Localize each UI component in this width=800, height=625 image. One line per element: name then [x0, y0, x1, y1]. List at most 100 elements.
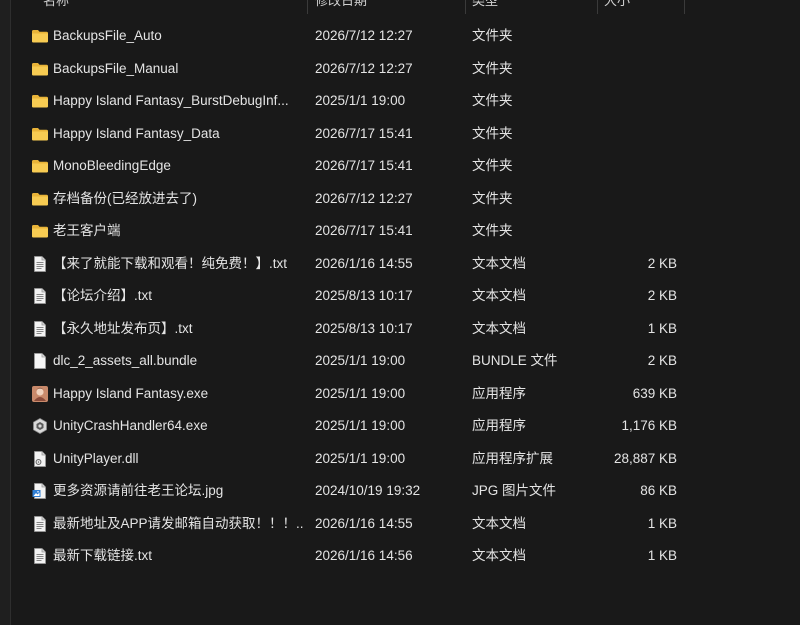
file-modified-date: 2026/7/17 15:41: [315, 223, 413, 238]
file-modified-date: 2025/1/1 19:00: [315, 93, 406, 108]
file-row[interactable]: 老王客户端 2026/7/17 15:41 文件夹: [10, 215, 800, 248]
folder-icon: [31, 27, 49, 45]
file-row[interactable]: 【永久地址发布页】.txt 2025/8/13 10:17 文本文档 1 KB: [10, 313, 800, 346]
dll-file-icon: [31, 450, 49, 468]
file-size: 1 KB: [647, 548, 677, 563]
file-row[interactable]: BackupsFile_Auto 2026/7/12 12:27 文件夹: [10, 20, 800, 53]
file-size: 28,887 KB: [613, 450, 677, 466]
file-row[interactable]: 更多资源请前往老王论坛.jpg 2024/10/19 19:32 JPG 图片文件 8…: [10, 475, 800, 508]
file-size: 1,176 KB: [621, 418, 677, 433]
file-size: 2 KB: [647, 288, 677, 303]
file-size: 1 KB: [647, 515, 677, 531]
file-type: 文件夹: [472, 190, 513, 206]
file-type: 文本文档: [472, 255, 526, 271]
file-modified-date: 2025/1/1 19:00: [315, 353, 406, 368]
file-modified-date: 2024/10/19 19:32: [315, 483, 421, 498]
file-size: 86 KB: [640, 483, 677, 498]
file-modified-date: 2026/1/16 14:55: [315, 255, 413, 271]
text-file-icon: [31, 255, 49, 273]
file-name: MonoBleedingEdge: [53, 158, 171, 173]
file-row[interactable]: Happy Island Fantasy.exe 2025/1/1 19:00 应用…: [10, 378, 800, 411]
text-file-icon: [31, 287, 49, 305]
column-header-bar: 名称 修改日期 类型 大小: [10, 0, 800, 14]
file-type: 文件夹: [472, 125, 513, 141]
file-modified-date: 2025/1/1 19:00: [315, 418, 406, 433]
file-name: Happy Island Fantasy.exe: [53, 385, 209, 401]
file-type: BUNDLE 文件: [472, 353, 558, 368]
file-size: 2 KB: [647, 353, 677, 368]
column-header-type[interactable]: 类型: [472, 0, 498, 14]
text-file-icon: [31, 515, 49, 533]
file-name: 【来了就能下载和观看！纯免费！】.txt: [53, 255, 288, 271]
file-row[interactable]: 【论坛介绍】.txt 2025/8/13 10:17 文本文档 2 KB: [10, 280, 800, 313]
file-name: 【论坛介绍】.txt: [53, 288, 153, 303]
folder-icon: [31, 92, 49, 110]
file-name: 更多资源请前往老王论坛.jpg: [53, 483, 224, 498]
file-type: 文本文档: [472, 320, 526, 336]
file-row[interactable]: Happy Island Fantasy_BurstDebugInf... 202…: [10, 85, 800, 118]
file-row[interactable]: dlc_2_assets_all.bundle 2025/1/1 19:00 BUN…: [10, 345, 800, 378]
file-modified-date: 2026/7/12 12:27: [315, 60, 413, 76]
file-row[interactable]: BackupsFile_Manual 2026/7/12 12:27 文件夹: [10, 53, 800, 86]
file-row[interactable]: 最新下载链接.txt 2026/1/16 14:56 文本文档 1 KB: [10, 540, 800, 573]
column-divider[interactable]: [307, 0, 308, 14]
file-modified-date: 2026/1/16 14:55: [315, 515, 413, 531]
file-modified-date: 2026/7/12 12:27: [315, 28, 413, 43]
file-name: BackupsFile_Auto: [53, 28, 162, 43]
file-name: UnityCrashHandler64.exe: [53, 418, 208, 433]
file-type: 文件夹: [472, 93, 513, 108]
file-row[interactable]: MonoBleedingEdge 2026/7/17 15:41 文件夹: [10, 150, 800, 183]
file-name: Happy Island Fantasy_BurstDebugInf...: [53, 93, 289, 108]
file-type: 文本文档: [472, 515, 526, 531]
file-name: 老王客户端: [53, 223, 121, 238]
file-name: 最新地址及APP请发邮箱自动获取！！！...: [53, 515, 303, 531]
file-modified-date: 2025/8/13 10:17: [315, 288, 413, 303]
file-row[interactable]: UnityCrashHandler64.exe 2025/1/1 19:00 应用程…: [10, 410, 800, 443]
file-row[interactable]: Happy Island Fantasy_Data 2026/7/17 15:41…: [10, 118, 800, 151]
column-header-modified[interactable]: 修改日期: [315, 0, 367, 14]
column-header-size[interactable]: 大小: [604, 0, 630, 14]
folder-icon: [31, 125, 49, 143]
file-row[interactable]: 存档备份(已经放进去了) 2026/7/12 12:27 文件夹: [10, 183, 800, 216]
file-modified-date: 2026/7/17 15:41: [315, 125, 413, 141]
file-list: BackupsFile_Auto 2026/7/12 12:27 文件夹 Backup…: [10, 20, 800, 573]
file-type: 应用程序: [472, 385, 526, 401]
file-modified-date: 2026/1/16 14:56: [315, 548, 413, 563]
file-modified-date: 2025/1/1 19:00: [315, 385, 406, 401]
file-name: Happy Island Fantasy_Data: [53, 125, 220, 141]
file-row[interactable]: 【来了就能下载和观看！纯免费！】.txt 2026/1/16 14:55 文本文档 2…: [10, 248, 800, 281]
blank-file-icon: [31, 352, 49, 370]
file-type: 文件夹: [472, 158, 513, 173]
file-row[interactable]: 最新地址及APP请发邮箱自动获取！！！... 2026/1/16 14:55 文本文…: [10, 508, 800, 541]
file-modified-date: 2025/1/1 19:00: [315, 450, 406, 466]
file-size: 1 KB: [647, 320, 677, 336]
file-modified-date: 2026/7/17 15:41: [315, 158, 413, 173]
file-name: 最新下载链接.txt: [53, 548, 153, 563]
file-size: 2 KB: [647, 255, 677, 271]
file-type: 应用程序扩展: [472, 450, 553, 466]
folder-icon: [31, 190, 49, 208]
file-modified-date: 2026/7/12 12:27: [315, 190, 413, 206]
text-file-icon: [31, 320, 49, 338]
column-header-name[interactable]: 名称: [43, 0, 69, 14]
file-type: 文本文档: [472, 548, 526, 563]
file-type: 应用程序: [472, 418, 526, 433]
image-file-icon: [31, 482, 49, 500]
file-size: 639 KB: [632, 385, 677, 401]
column-divider[interactable]: [597, 0, 598, 14]
column-divider[interactable]: [684, 0, 685, 14]
folder-icon: [31, 157, 49, 175]
file-type: 文件夹: [472, 28, 513, 43]
text-file-icon: [31, 547, 49, 565]
file-name: BackupsFile_Manual: [53, 60, 179, 76]
folder-icon: [31, 60, 49, 78]
file-row[interactable]: UnityPlayer.dll 2025/1/1 19:00 应用程序扩展 28,88…: [10, 443, 800, 476]
folder-icon: [31, 222, 49, 240]
unity-exe-icon: [31, 417, 49, 435]
file-type: 文本文档: [472, 288, 526, 303]
column-divider[interactable]: [465, 0, 466, 14]
file-name: 【永久地址发布页】.txt: [53, 320, 193, 336]
file-name: UnityPlayer.dll: [53, 450, 139, 466]
file-modified-date: 2025/8/13 10:17: [315, 320, 413, 336]
file-type: 文件夹: [472, 223, 513, 238]
